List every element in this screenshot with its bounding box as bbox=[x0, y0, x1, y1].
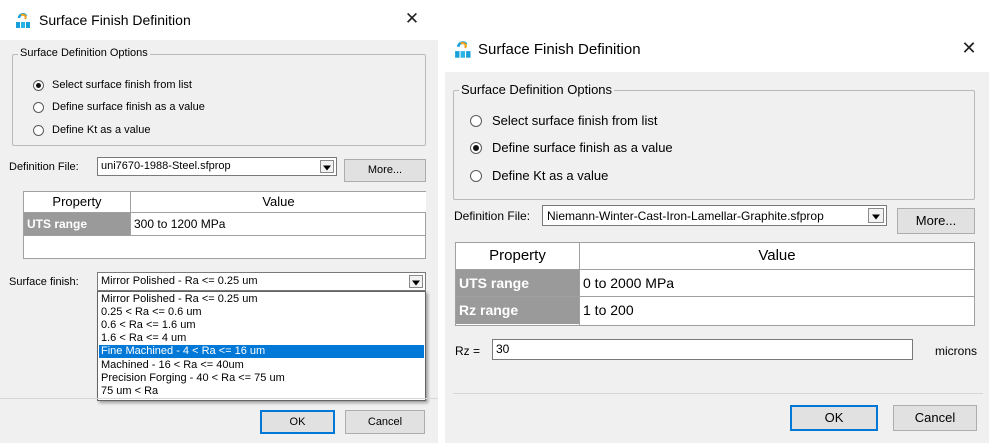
radio-label: Define surface finish as a value bbox=[492, 140, 673, 155]
column-header-property: Property bbox=[456, 243, 579, 269]
radio-button-selected[interactable] bbox=[33, 79, 44, 91]
radio-select-from-list[interactable]: Select surface finish from list bbox=[33, 79, 192, 91]
definition-file-value: uni7670-1988-Steel.sfprop bbox=[101, 160, 231, 172]
chevron-down-icon[interactable] bbox=[409, 275, 423, 288]
app-logo-icon bbox=[15, 12, 35, 33]
footer-separator bbox=[453, 393, 983, 394]
dropdown-option[interactable]: Precision Forging - 40 < Ra <= 75 um bbox=[99, 372, 424, 385]
dropdown-option[interactable]: 0.25 < Ra <= 0.6 um bbox=[99, 306, 424, 319]
footer-separator bbox=[0, 398, 438, 399]
properties-table: Property Value UTS range 0 to 2000 MPa R… bbox=[455, 242, 975, 326]
close-icon[interactable]: ✕ bbox=[957, 38, 981, 59]
more-button[interactable]: More... bbox=[344, 159, 426, 182]
column-header-value: Value bbox=[580, 243, 974, 269]
title-bar: Surface Finish Definition ✕ bbox=[445, 26, 989, 72]
row-property-cell: UTS range bbox=[24, 213, 130, 235]
radio-button[interactable] bbox=[33, 124, 44, 136]
radio-label: Define Kt as a value bbox=[492, 168, 609, 183]
dropdown-option[interactable]: 0.6 < Ra <= 1.6 um bbox=[99, 319, 424, 332]
chevron-down-icon[interactable] bbox=[320, 160, 334, 173]
radio-label: Define Kt as a value bbox=[52, 124, 151, 136]
row-value-cell[interactable]: 1 to 200 bbox=[580, 297, 974, 324]
row-property-cell: UTS range bbox=[456, 270, 579, 296]
surface-finish-value: Mirror Polished - Ra <= 0.25 um bbox=[101, 275, 258, 287]
surface-finish-dialog-right: Surface Finish Definition ✕ Surface Defi… bbox=[445, 26, 989, 443]
radio-label: Select surface finish from list bbox=[492, 113, 658, 128]
radio-button[interactable] bbox=[470, 169, 482, 182]
surface-finish-dropdown-list: Mirror Polished - Ra <= 0.25 um 0.25 < R… bbox=[97, 291, 426, 401]
cancel-button[interactable]: Cancel bbox=[345, 410, 425, 434]
dropdown-option[interactable]: Machined - 16 < Ra <= 40um bbox=[99, 359, 424, 372]
row-value-cell[interactable]: 300 to 1200 MPa bbox=[131, 213, 425, 235]
surface-finish-dialog-left: Surface Finish Definition ✕ Surface Defi… bbox=[0, 0, 438, 443]
radio-define-finish-value[interactable]: Define surface finish as a value bbox=[470, 140, 673, 155]
rz-value: 30 bbox=[496, 342, 510, 356]
radio-define-kt-value[interactable]: Define Kt as a value bbox=[470, 168, 608, 183]
definition-file-select[interactable]: Niemann-Winter-Cast-Iron-Lamellar-Graphi… bbox=[542, 205, 887, 226]
close-icon[interactable]: ✕ bbox=[400, 9, 424, 29]
rz-value-input[interactable]: 30 bbox=[492, 339, 913, 360]
dialog-title: Surface Finish Definition bbox=[478, 41, 641, 58]
group-title: Surface Definition Options bbox=[18, 47, 150, 59]
properties-table: Property Value UTS range 300 to 1200 MPa bbox=[23, 191, 426, 259]
column-header-value: Value bbox=[131, 192, 426, 212]
radio-define-finish-value[interactable]: Define surface finish as a value bbox=[33, 101, 205, 113]
title-bar: Surface Finish Definition ✕ bbox=[0, 0, 438, 40]
definition-file-label: Definition File: bbox=[9, 161, 79, 173]
radio-define-kt-value[interactable]: Define Kt as a value bbox=[33, 124, 150, 136]
definition-file-value: Niemann-Winter-Cast-Iron-Lamellar-Graphi… bbox=[547, 209, 824, 223]
row-property-cell: Rz range bbox=[456, 297, 579, 324]
dialog-title: Surface Finish Definition bbox=[39, 12, 191, 28]
radio-button-selected[interactable] bbox=[470, 141, 482, 154]
ok-button[interactable]: OK bbox=[260, 410, 335, 434]
column-header-property: Property bbox=[24, 192, 130, 212]
row-divider bbox=[24, 235, 425, 236]
dropdown-option[interactable]: 75 um < Ra bbox=[99, 385, 424, 398]
radio-button[interactable] bbox=[33, 101, 44, 113]
rz-label: Rz = bbox=[455, 344, 481, 358]
definition-file-select[interactable]: uni7670-1988-Steel.sfprop bbox=[97, 157, 337, 176]
ok-button[interactable]: OK bbox=[790, 405, 878, 431]
column-divider bbox=[130, 192, 131, 236]
dropdown-option[interactable]: Mirror Polished - Ra <= 0.25 um bbox=[99, 293, 424, 306]
dropdown-option[interactable]: 1.6 < Ra <= 4 um bbox=[99, 332, 424, 345]
group-title: Surface Definition Options bbox=[459, 82, 615, 97]
rz-unit-label: microns bbox=[935, 344, 978, 358]
surface-finish-label: Surface finish: bbox=[9, 276, 79, 288]
radio-button[interactable] bbox=[470, 114, 482, 127]
cancel-button[interactable]: Cancel bbox=[893, 405, 977, 431]
radio-label: Define surface finish as a value bbox=[52, 101, 205, 113]
more-button[interactable]: More... bbox=[897, 208, 975, 234]
radio-select-from-list[interactable]: Select surface finish from list bbox=[470, 113, 657, 128]
app-logo-icon bbox=[454, 40, 476, 63]
surface-finish-select[interactable]: Mirror Polished - Ra <= 0.25 um bbox=[97, 272, 426, 291]
column-divider bbox=[579, 243, 580, 325]
definition-file-label: Definition File: bbox=[454, 209, 531, 223]
chevron-down-icon[interactable] bbox=[868, 208, 884, 223]
radio-label: Select surface finish from list bbox=[52, 79, 192, 91]
dropdown-option-highlighted[interactable]: Fine Machined - 4 < Ra <= 16 um bbox=[99, 345, 424, 358]
row-value-cell[interactable]: 0 to 2000 MPa bbox=[580, 270, 974, 296]
